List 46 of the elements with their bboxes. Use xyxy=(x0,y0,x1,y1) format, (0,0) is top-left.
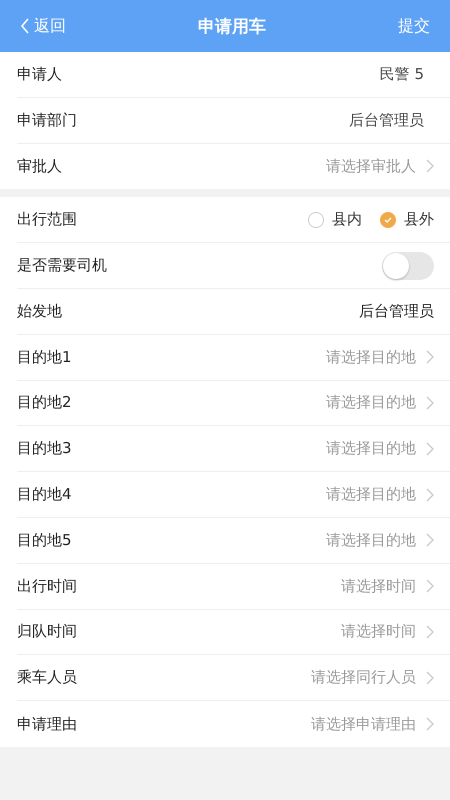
picker-field[interactable]: 请选择目的地 xyxy=(326,393,434,412)
back-button[interactable]: 返回 xyxy=(20,16,66,36)
toggle-switch[interactable] xyxy=(382,252,434,280)
field-label: 出行时间 xyxy=(17,576,77,596)
field-label: 出行范围 xyxy=(17,210,77,230)
chevron-right-icon xyxy=(426,442,434,456)
field-label: 申请人 xyxy=(17,64,62,84)
field-value: 后台管理员 xyxy=(359,302,434,321)
chevron-right-icon xyxy=(426,488,434,502)
field-label: 目的地3 xyxy=(17,439,72,458)
field-label: 始发地 xyxy=(17,302,62,321)
picker-field[interactable]: 请选择审批人 xyxy=(326,156,434,176)
field-label: 归队时间 xyxy=(17,622,77,642)
field-label: 目的地5 xyxy=(17,530,72,550)
picker-field[interactable]: 请选择时间 xyxy=(341,576,434,596)
chevron-right-icon xyxy=(426,670,434,685)
radio-option[interactable]: 县外 xyxy=(380,210,434,230)
radio-option[interactable]: 县内 xyxy=(308,210,362,230)
field-label: 申请部门 xyxy=(17,110,77,130)
chevron-right-icon xyxy=(426,159,434,174)
page-title: 申请用车 xyxy=(198,16,266,38)
field-label: 是否需要司机 xyxy=(17,256,107,276)
field-label: 申请理由 xyxy=(17,714,77,734)
back-icon xyxy=(20,17,30,35)
chevron-right-icon xyxy=(426,579,434,594)
field-label: 目的地4 xyxy=(17,485,72,504)
picker-field[interactable]: 请选择目的地 xyxy=(326,348,434,367)
picker-field[interactable]: 请选择目的地 xyxy=(326,530,434,550)
picker-field[interactable]: 请选择目的地 xyxy=(326,485,434,504)
chevron-right-icon xyxy=(426,624,434,639)
check-icon xyxy=(383,214,393,225)
field-label: 目的地2 xyxy=(17,393,72,412)
chevron-right-icon xyxy=(426,350,434,364)
field-label: 目的地1 xyxy=(17,348,72,367)
picker-field[interactable]: 请选择目的地 xyxy=(326,439,434,458)
field-value: 民警 5 xyxy=(380,64,424,84)
field-value: 后台管理员 xyxy=(349,110,424,130)
picker-field[interactable]: 请选择时间 xyxy=(341,622,434,642)
submit-button[interactable]: 提交 xyxy=(398,16,430,36)
picker-field[interactable]: 请选择同行人员 xyxy=(311,668,434,688)
chevron-right-icon xyxy=(426,717,434,732)
chevron-right-icon xyxy=(426,533,434,548)
picker-field[interactable]: 请选择申请理由 xyxy=(311,714,434,734)
field-label: 审批人 xyxy=(17,156,62,176)
field-label: 乘车人员 xyxy=(17,668,77,688)
chevron-right-icon xyxy=(426,396,434,410)
